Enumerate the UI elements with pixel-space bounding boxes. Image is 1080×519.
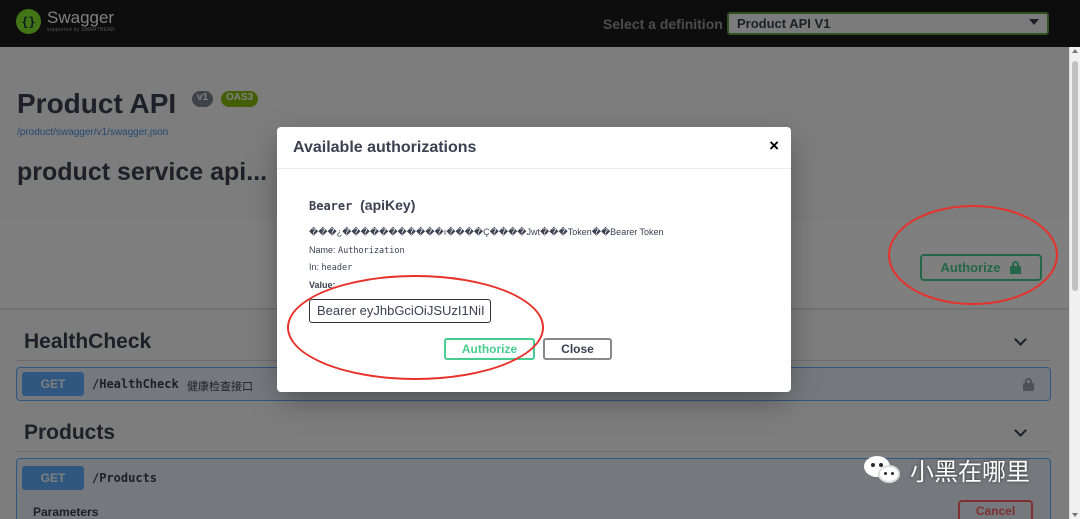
in-label: In: <box>309 262 320 272</box>
name-value: Authorization <box>338 246 405 256</box>
scrollbar[interactable] <box>1069 47 1080 519</box>
annotation-circle-token <box>287 275 544 380</box>
auth-scheme-type: (apiKey) <box>360 197 416 213</box>
dialog-header: Available authorizations × <box>277 127 791 169</box>
wechat-eye <box>871 462 875 467</box>
scroll-down-icon[interactable] <box>1072 513 1078 517</box>
auth-scheme-description: ���¿�����������ı����Ç����Jwt���Token��Be… <box>309 227 664 237</box>
wechat-eye <box>884 471 887 475</box>
name-label: Name: <box>309 245 336 255</box>
wechat-icon <box>864 454 904 486</box>
dialog-title: Available authorizations <box>293 139 477 156</box>
in-value: header <box>321 263 353 273</box>
annotation-circle-authorize <box>888 205 1058 305</box>
scrollbar-thumb[interactable] <box>1072 61 1078 291</box>
close-icon[interactable]: × <box>769 136 779 156</box>
scroll-up-icon[interactable] <box>1072 49 1078 53</box>
watermark: 小黑在哪里 <box>864 452 1030 487</box>
auth-name-row: Name: Authorization <box>309 245 405 256</box>
wechat-bubble-small <box>878 464 900 483</box>
dialog-close-button[interactable]: Close <box>543 338 612 360</box>
auth-in-row: In: header <box>309 262 352 273</box>
auth-scheme-name: Bearer <box>309 199 353 213</box>
watermark-text: 小黑在哪里 <box>910 458 1030 486</box>
auth-scheme-title: Bearer (apiKey) <box>309 197 415 213</box>
wechat-eye <box>891 471 894 475</box>
